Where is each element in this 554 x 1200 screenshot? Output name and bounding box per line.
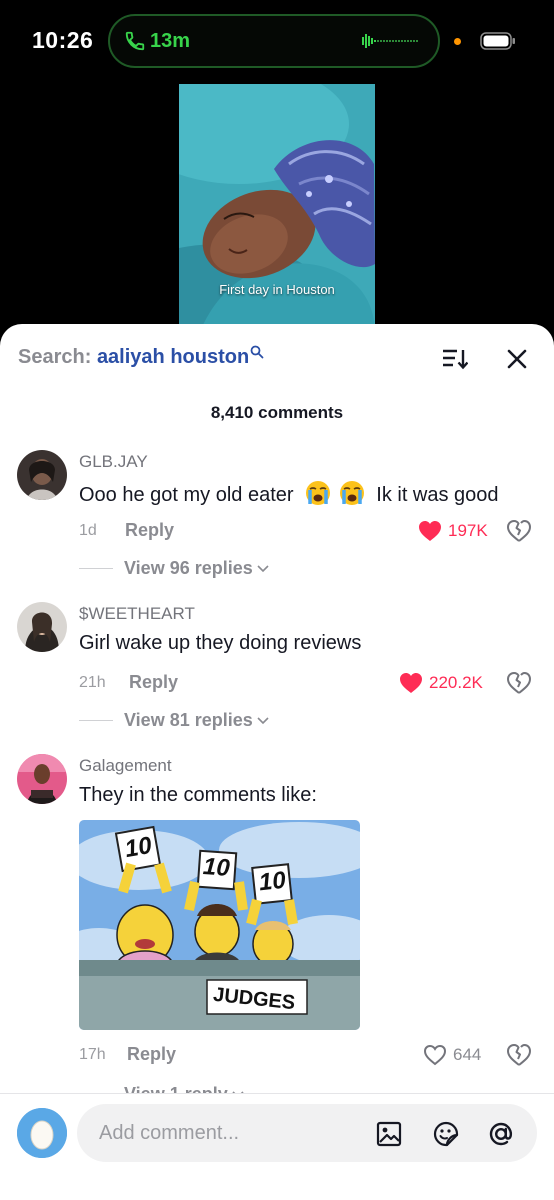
clock: 10:26 [32, 27, 94, 53]
heart-filled-icon [400, 673, 422, 693]
chevron-down-icon [257, 564, 269, 572]
like-button[interactable]: 197K [418, 520, 488, 542]
comment-count: 8,410 comments [210, 403, 344, 422]
dislike-icon[interactable] [506, 1043, 532, 1067]
comment-time: 1d [79, 522, 97, 539]
comment-gif-image[interactable]: 10 10 10 JUDGES [79, 820, 360, 1030]
reply-button[interactable]: Reply [129, 672, 178, 693]
chevron-down-icon [257, 716, 269, 724]
view-replies-label: View 81 replies [124, 710, 253, 730]
privacy-indicator-dot [454, 38, 461, 45]
avatar[interactable] [17, 450, 67, 500]
dislike-icon[interactable] [506, 671, 532, 695]
search-label: Search: [18, 346, 92, 368]
score-card-text: 10 [257, 866, 287, 897]
search-query-link[interactable]: aaliyah houston [97, 346, 249, 368]
image-icon[interactable] [375, 1120, 403, 1148]
video-caption: First day in Houston [219, 282, 335, 297]
comment-text: Girl wake up they doing reviews [79, 632, 362, 654]
divider [79, 720, 113, 721]
score-card-text: 10 [122, 831, 154, 864]
dislike-icon[interactable] [506, 519, 532, 543]
sticker-emoji-icon[interactable] [432, 1120, 460, 1148]
comment-input-pill[interactable] [77, 1104, 537, 1162]
comment-text: They in the comments like: [79, 784, 317, 806]
video-player[interactable]: First day in Houston [0, 84, 554, 334]
comment-username[interactable]: GLB.JAY [79, 452, 148, 472]
audio-wave-icon [362, 34, 418, 48]
like-count: 644 [453, 1045, 482, 1064]
like-button[interactable]: 220.2K [399, 672, 483, 694]
heart-filled-icon [419, 521, 441, 541]
battery-icon [480, 32, 515, 50]
avatar[interactable] [17, 754, 67, 804]
comment-time: 21h [79, 674, 106, 691]
comment-input[interactable] [99, 1104, 359, 1162]
call-timer: 13m [150, 30, 191, 52]
crying-emoji [305, 480, 331, 506]
like-count: 197K [448, 521, 488, 540]
search-icon [250, 345, 264, 359]
view-replies-button[interactable]: View 96 replies [79, 558, 269, 579]
comment-text: Ooo he got my old eater Ik it was good [79, 480, 499, 507]
like-count: 220.2K [429, 673, 483, 692]
video-thumbnail[interactable]: First day in Houston [179, 84, 375, 334]
view-replies-label: View 96 replies [124, 558, 253, 578]
reply-button[interactable]: Reply [125, 520, 174, 541]
my-avatar[interactable] [17, 1108, 67, 1158]
divider [79, 568, 113, 569]
comment-username[interactable]: Galagement [79, 756, 172, 776]
status-bar: 10:26 13m [0, 0, 554, 84]
heart-outline-icon [423, 1044, 447, 1066]
comments-sheet: Search: aaliyah houston 8,410 comments G… [0, 324, 554, 1200]
view-replies-button[interactable]: View 81 replies [79, 710, 269, 731]
crying-emoji [339, 480, 365, 506]
comment-text-part: Ik it was good [376, 484, 499, 506]
comment-composer [0, 1093, 554, 1200]
score-card-text: 10 [202, 853, 231, 882]
comment-username[interactable]: $WEETHEART [79, 604, 195, 624]
comment-time: 17h [79, 1046, 106, 1063]
avatar[interactable] [17, 602, 67, 652]
phone-icon [125, 31, 145, 51]
close-icon[interactable] [506, 348, 528, 370]
like-button[interactable]: 644 [423, 1044, 481, 1066]
search-suggestion[interactable]: Search: aaliyah houston [18, 345, 264, 369]
sort-icon[interactable] [442, 348, 468, 370]
mention-icon[interactable] [487, 1120, 515, 1148]
reply-button[interactable]: Reply [127, 1044, 176, 1065]
comment-text-part: Ooo he got my old eater [79, 484, 294, 506]
active-call-pill[interactable]: 13m [108, 14, 440, 68]
